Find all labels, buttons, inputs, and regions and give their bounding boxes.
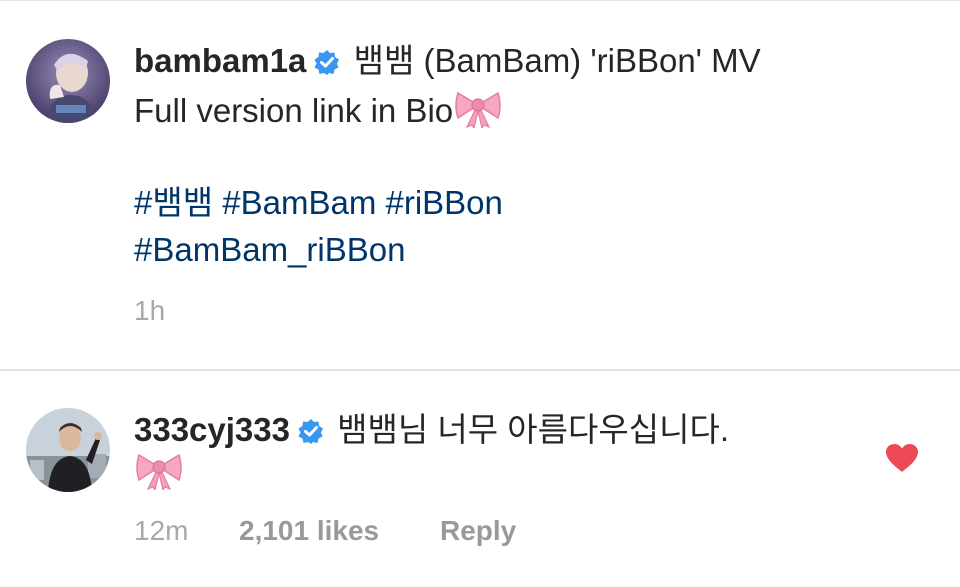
post-hashtags-line-2: #BamBam_riBBon (134, 230, 405, 270)
top-divider (0, 0, 960, 1)
post-caption-line-1: 뱀뱀 (BamBam) 'riBBon' MV (353, 42, 761, 79)
hashtag-link[interactable]: #BamBam (222, 184, 376, 221)
hashtag-link[interactable]: #riBBon (385, 184, 502, 221)
comment-timestamp: 12m (134, 515, 189, 546)
section-divider (0, 369, 960, 371)
comment-text: 뱀뱀님 너무 아름다우십니다. (337, 411, 729, 448)
post-caption-line-2-row: Full version link in Bio (134, 88, 503, 137)
post-caption-line-2: Full version link in Bio (134, 92, 454, 129)
hashtag-link[interactable]: #BamBam_riBBon (134, 231, 405, 268)
comment-likes-count[interactable]: 2,101 likes (239, 514, 379, 548)
post-timestamp: 1h (134, 295, 166, 326)
like-heart-icon[interactable] (885, 443, 919, 473)
commenter-username[interactable]: 333cyj333 (134, 411, 290, 448)
reply-button[interactable]: Reply (440, 514, 516, 548)
post-header-line: bambam1a 뱀뱀 (BamBam) 'riBBon' MV (134, 41, 761, 84)
ribbon-emoji-icon (134, 450, 184, 499)
comment-line: 333cyj333 뱀뱀님 너무 아름다우십니다. (134, 410, 729, 453)
post-hashtags-line-1: #뱀뱀 #BamBam #riBBon (134, 183, 503, 223)
post-author-username[interactable]: bambam1a (134, 42, 306, 79)
ribbon-emoji-icon (453, 88, 503, 137)
comment-emoji-row (134, 450, 184, 499)
post-author-avatar[interactable] (26, 39, 110, 123)
hashtag-link[interactable]: #뱀뱀 (134, 184, 213, 221)
verified-badge-icon (298, 413, 324, 453)
commenter-avatar[interactable] (26, 408, 110, 492)
verified-badge-icon (314, 44, 340, 84)
